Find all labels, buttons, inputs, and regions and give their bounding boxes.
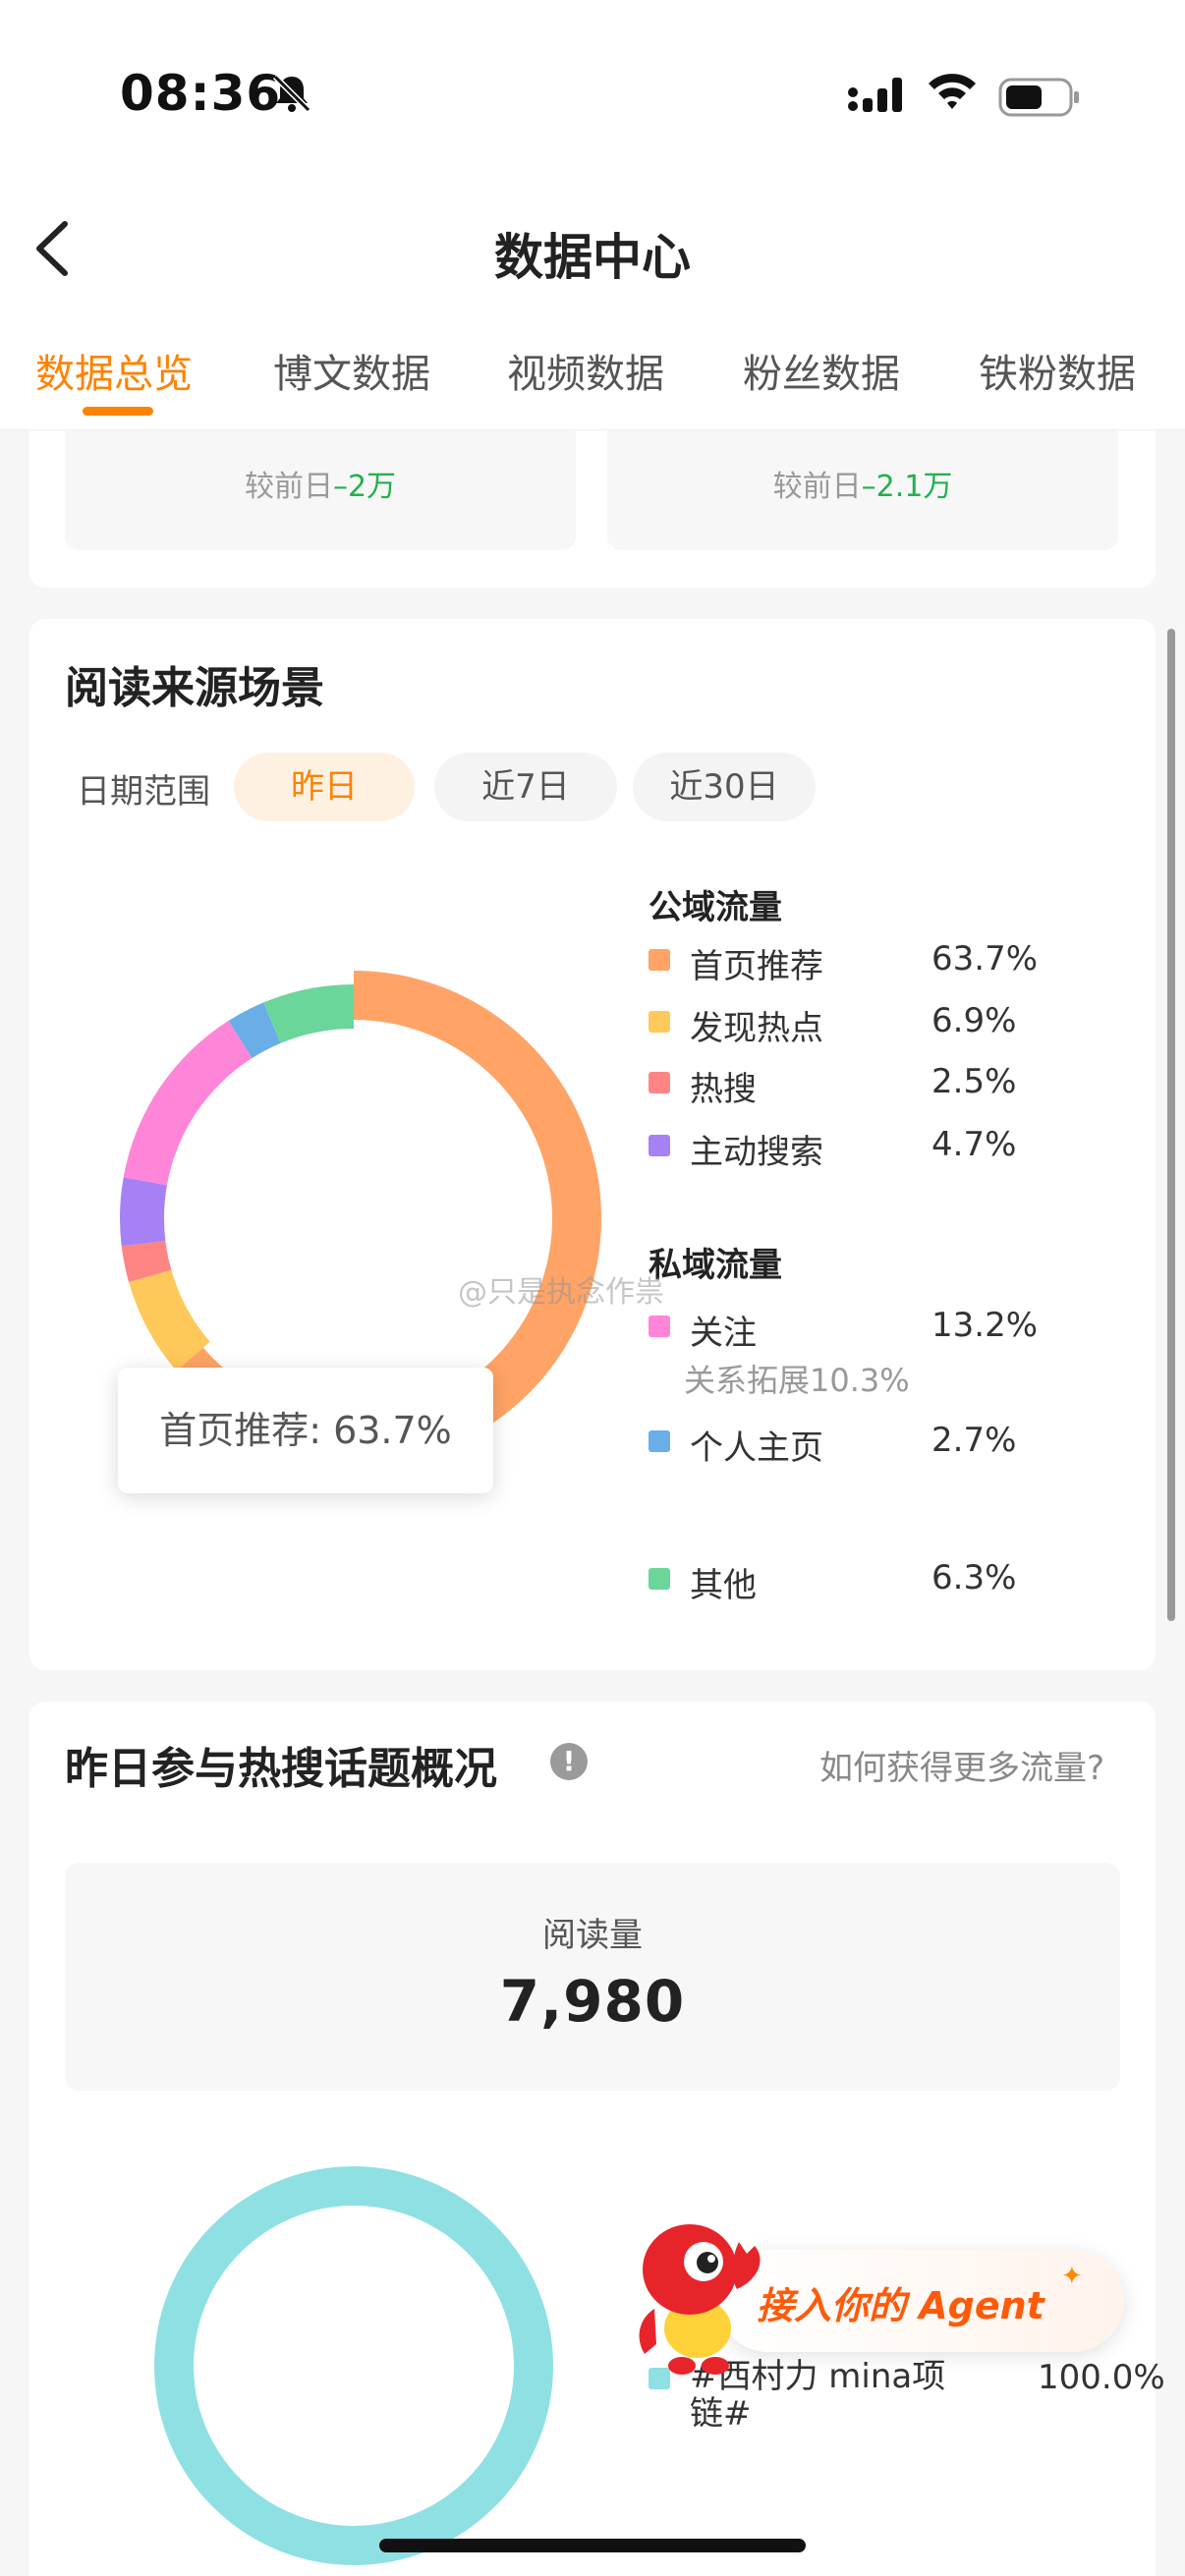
read-count-box: 阅读量 7,980 [65,1863,1120,2091]
legend-label: 个人主页 [690,1428,823,1468]
legend-value: 2.5% [931,1062,1017,1101]
legend-item: 其他 6.3% [649,1556,1100,1605]
summary-prefix: 较前日 [244,470,333,504]
status-bar: 08:36 [0,0,1185,187]
legend-value: 6.9% [931,1001,1017,1040]
read-source-title: 阅读来源场景 [65,663,324,713]
legend-item: 关注 13.2% [649,1304,1100,1353]
summary-change: –2.1万 [861,470,953,504]
follow-sub-item: 关系拓展10.3% [684,1362,910,1399]
legend-swatch [649,1568,670,1590]
battery-icon [998,77,1081,122]
signal-icon [847,75,908,118]
legend-swatch [649,1135,670,1156]
more-traffic-link[interactable]: 如何获得更多流量? [819,1741,1104,1789]
legend-item: 首页推荐 63.7% [649,937,1100,986]
public-traffic-heading: 公域流量 [649,888,782,927]
legend-swatch [649,1430,670,1452]
read-source-card: 阅读来源场景 日期范围 昨日 近7日 近30日 公域流量 私域流量 关系拓展10… [29,619,1156,1670]
range-30d[interactable]: 近30日 [633,753,816,821]
agent-label: 接入你的 Agent [757,2284,1044,2327]
topic-donut-ring [154,2166,553,2565]
agent-float-button[interactable]: 接入你的 Agent ✦ [629,2211,1140,2378]
chart-tooltip: 首页推荐: 63.7% [118,1368,493,1493]
tab-fans[interactable]: 粉丝数据 [743,342,900,399]
read-count-value: 7,980 [499,1968,686,2035]
private-traffic-heading: 私域流量 [649,1246,782,1285]
range-7d[interactable]: 近7日 [434,753,617,821]
legend-label: 主动搜索 [690,1133,823,1172]
legend-swatch [649,1316,670,1337]
page-title: 数据中心 [494,229,691,286]
legend-item: 热搜 2.5% [649,1060,1100,1109]
read-count-label: 阅读量 [542,1916,643,1955]
home-indicator[interactable] [379,2539,806,2552]
tab-overview[interactable]: 数据总览 [35,342,193,399]
hot-topic-card: 昨日参与热搜话题概况 ! 如何获得更多流量? 阅读量 7,980 #西村力 mi… [29,1702,1165,2576]
wifi-icon [926,69,979,118]
legend-item: 个人主页 2.7% [649,1419,1100,1468]
legend-label: 发现热点 [690,1009,823,1048]
active-tab-indicator [83,407,153,416]
summary-card: 较前日–2万 较前日–2.1万 [29,430,1156,588]
legend-value: 6.3% [931,1558,1017,1597]
legend-label: 热搜 [690,1070,757,1109]
sparkle-icon: ✦ [1061,2262,1083,2291]
donut-slice-4[interactable] [120,1177,167,1247]
topic-donut-chart [154,2166,553,2565]
legend-value: 2.7% [931,1421,1017,1460]
bell-muted-icon [269,71,314,120]
summary-item: 较前日–2万 [65,430,576,550]
date-range-label: 日期范围 [77,772,210,812]
watermark: @只是执念作祟 [458,1275,664,1310]
summary-item: 较前日–2.1万 [607,430,1118,550]
summary-change: –2万 [332,470,397,504]
status-time: 08:36 [120,65,282,122]
legend-swatch [649,1072,670,1093]
legend-label: 其他 [690,1566,757,1605]
hot-topic-title: 昨日参与热搜话题概况 [65,1744,497,1794]
legend-label: 关注 [690,1314,757,1353]
donut-slice-7[interactable] [263,984,354,1043]
legend-label: 首页推荐 [690,947,823,986]
nav-bar: 数据中心 [0,187,1185,314]
tab-video[interactable]: 视频数据 [507,342,664,399]
legend-swatch [649,949,670,971]
legend-value: 13.2% [931,1306,1039,1345]
info-icon[interactable]: ! [550,1743,588,1780]
tab-iron-fans[interactable]: 铁粉数据 [979,342,1136,399]
tab-posts[interactable]: 博文数据 [273,342,430,399]
scrollbar[interactable] [1167,629,1175,1621]
legend-item: 发现热点 6.9% [649,999,1100,1048]
tab-bar: 数据总览 博文数据 视频数据 粉丝数据 铁粉数据 [0,314,1185,430]
legend-value: 4.7% [931,1125,1017,1164]
legend-value: 63.7% [931,939,1039,979]
legend-item: 主动搜索 4.7% [649,1123,1100,1172]
donut-slice-5[interactable] [123,1021,253,1186]
range-yesterday[interactable]: 昨日 [234,753,415,821]
legend-swatch [649,1011,670,1033]
mascot-icon [639,2224,761,2375]
summary-prefix: 较前日 [772,470,862,504]
